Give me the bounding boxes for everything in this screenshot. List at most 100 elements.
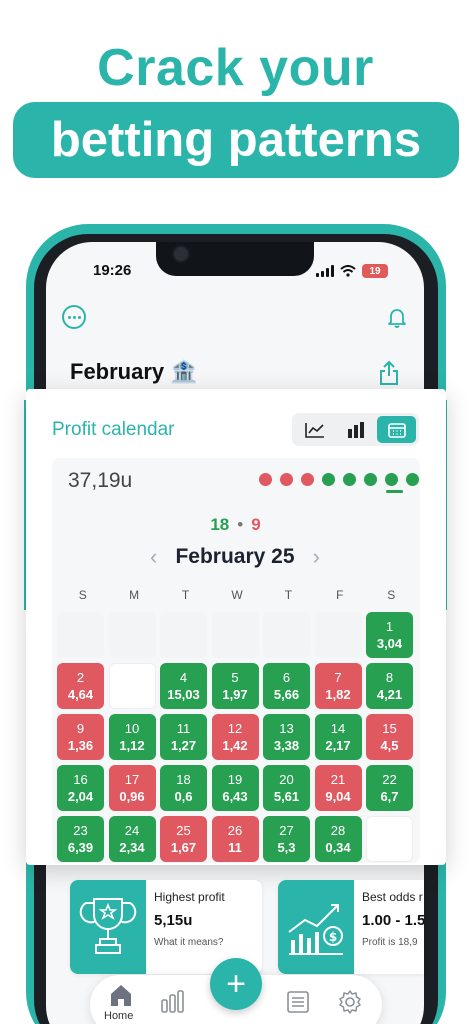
day-profit: 0,96 <box>119 789 145 804</box>
calendar-day-9[interactable]: 9 1,36 <box>57 714 104 760</box>
line-chart-view-button[interactable] <box>295 416 334 443</box>
weekday-label: T <box>284 588 293 602</box>
calendar-day-empty <box>108 663 156 709</box>
calendar-day-25[interactable]: 25 1,67 <box>160 816 207 862</box>
day-number: 14 <box>330 721 346 736</box>
wins-count: 18 <box>210 515 230 534</box>
calendar-day-1[interactable]: 1 3,04 <box>366 612 413 658</box>
bell-icon[interactable] <box>385 305 409 329</box>
result-dot <box>385 473 398 486</box>
day-number: 17 <box>124 772 140 787</box>
day-profit: 1,82 <box>325 687 351 702</box>
calendar-day-4[interactable]: 4 15,03 <box>160 663 207 709</box>
win-loss-separator: • <box>237 515 244 534</box>
calendar-day-empty <box>211 612 259 658</box>
stat-value: 5,15u <box>154 912 193 929</box>
calendar-day-22[interactable]: 22 6,7 <box>366 765 413 811</box>
day-number: 10 <box>124 721 140 736</box>
total-profit: 37,19u <box>68 469 133 492</box>
result-dot <box>259 473 272 486</box>
calendar-day-7[interactable]: 7 1,82 <box>314 663 362 709</box>
calendar-day-12[interactable]: 12 1,42 <box>211 714 259 760</box>
calendar-day-15[interactable]: 15 4,5 <box>366 714 413 760</box>
result-streak <box>259 473 419 486</box>
result-dot <box>280 473 293 486</box>
card-title: Profit calendar <box>52 419 175 440</box>
calendar-day-19[interactable]: 19 6,43 <box>211 765 259 811</box>
share-icon[interactable] <box>378 360 400 386</box>
month-label: February 25 <box>175 545 295 568</box>
calendar-day-24[interactable]: 24 2,34 <box>108 816 156 862</box>
bar-chart-icon <box>347 421 364 438</box>
calendar-day-empty <box>314 612 362 658</box>
day-profit: 2,17 <box>325 738 351 753</box>
calendar-day-8[interactable]: 8 4,21 <box>366 663 413 709</box>
day-number: 25 <box>176 823 191 838</box>
losses-count: 9 <box>251 515 261 534</box>
day-number: 16 <box>73 772 88 787</box>
calendar-day-27[interactable]: 27 5,3 <box>263 816 310 862</box>
growth-illustration: $ <box>278 880 354 974</box>
day-number: 26 <box>227 823 243 838</box>
calendar-day-23[interactable]: 23 6,39 <box>57 816 104 862</box>
day-profit: 11 <box>228 840 242 855</box>
calendar-day-11[interactable]: 11 1,27 <box>160 714 207 760</box>
calendar-day-14[interactable]: 14 2,17 <box>314 714 362 760</box>
calendar-day-6[interactable]: 6 5,66 <box>263 663 310 709</box>
best-odds-card[interactable]: $ Best odds r 1.00 - 1.5 Profit is 18,9 <box>278 880 424 974</box>
view-switcher <box>292 413 419 446</box>
result-dot <box>322 473 335 486</box>
day-profit: 4,64 <box>67 687 94 702</box>
day-number: 23 <box>73 823 88 838</box>
calendar-day-13[interactable]: 13 3,38 <box>263 714 310 760</box>
calendar-day-18[interactable]: 18 0,6 <box>160 765 207 811</box>
home-icon[interactable] <box>108 982 134 1008</box>
weekday-header: SMTWTFS <box>57 588 417 602</box>
day-number: 15 <box>382 721 397 736</box>
day-profit: 1,12 <box>119 738 145 753</box>
weekday-label: T <box>181 588 190 602</box>
page-title: February 🏦 <box>70 359 198 384</box>
day-number: 5 <box>231 670 239 685</box>
stat-help-link[interactable]: What it means? <box>154 937 223 948</box>
settings-gear-icon[interactable] <box>337 989 363 1015</box>
add-bet-button[interactable]: + <box>210 958 262 1010</box>
win-loss-summary: 18 • 9 <box>0 515 471 535</box>
home-tab-label[interactable]: Home <box>104 1010 133 1022</box>
day-number: 11 <box>176 721 191 736</box>
calendar-view-button[interactable] <box>377 416 416 443</box>
calendar-day-2[interactable]: 2 4,64 <box>57 663 104 709</box>
line-chart-icon <box>304 422 324 438</box>
day-number: 12 <box>227 721 243 736</box>
day-profit: 4,5 <box>380 738 399 753</box>
wifi-icon <box>340 265 356 277</box>
calendar-day-10[interactable]: 10 1,12 <box>108 714 156 760</box>
prev-month-button[interactable]: ‹ <box>150 546 157 568</box>
promo-subheadline: betting patterns <box>50 113 422 167</box>
calendar-day-20[interactable]: 20 5,61 <box>263 765 310 811</box>
day-number: 28 <box>330 823 346 838</box>
day-number: 24 <box>124 823 140 838</box>
day-number: 27 <box>279 823 294 838</box>
calendar-day-16[interactable]: 16 2,04 <box>57 765 104 811</box>
calendar-day-5[interactable]: 5 1,97 <box>211 663 259 709</box>
bar-chart-view-button[interactable] <box>336 416 375 443</box>
day-number: 22 <box>382 772 397 787</box>
day-profit: 1,67 <box>170 840 197 855</box>
calendar-day-empty <box>57 612 104 658</box>
trophy-illustration <box>70 880 146 974</box>
day-number: 4 <box>179 670 188 685</box>
calendar-day-28[interactable]: 28 0,34 <box>314 816 362 862</box>
calendar-day-26[interactable]: 26 11 <box>211 816 259 862</box>
day-number: 7 <box>334 670 342 685</box>
calendar-day-21[interactable]: 21 9,04 <box>314 765 362 811</box>
promo-pill: betting patterns <box>13 102 459 178</box>
calendar-day-17[interactable]: 17 0,96 <box>108 765 156 811</box>
list-icon[interactable] <box>286 990 310 1014</box>
more-menu-button[interactable] <box>62 305 86 329</box>
calendar-day-empty <box>366 816 413 862</box>
weekday-label: M <box>129 588 140 602</box>
next-month-button[interactable]: › <box>313 546 320 568</box>
stats-icon[interactable] <box>160 990 186 1014</box>
day-profit: 5,3 <box>277 840 296 855</box>
